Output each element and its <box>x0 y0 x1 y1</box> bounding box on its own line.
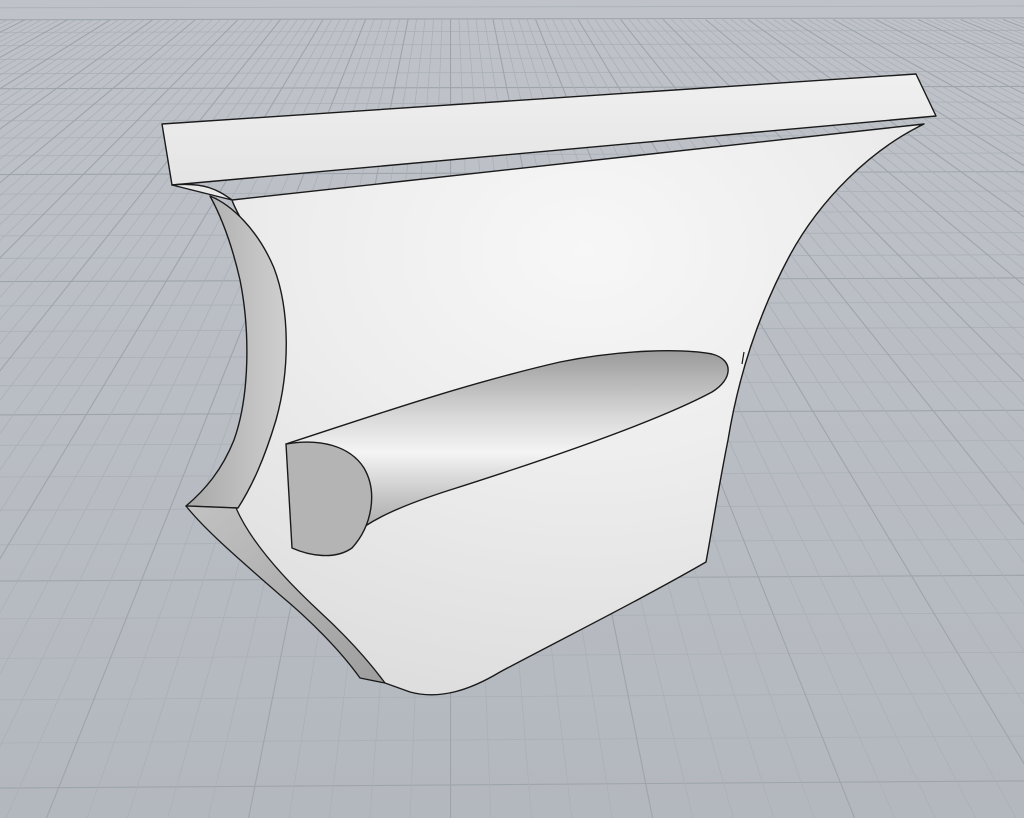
3d-viewport[interactable] <box>0 0 1024 818</box>
viewport-canvas[interactable] <box>0 0 1024 818</box>
